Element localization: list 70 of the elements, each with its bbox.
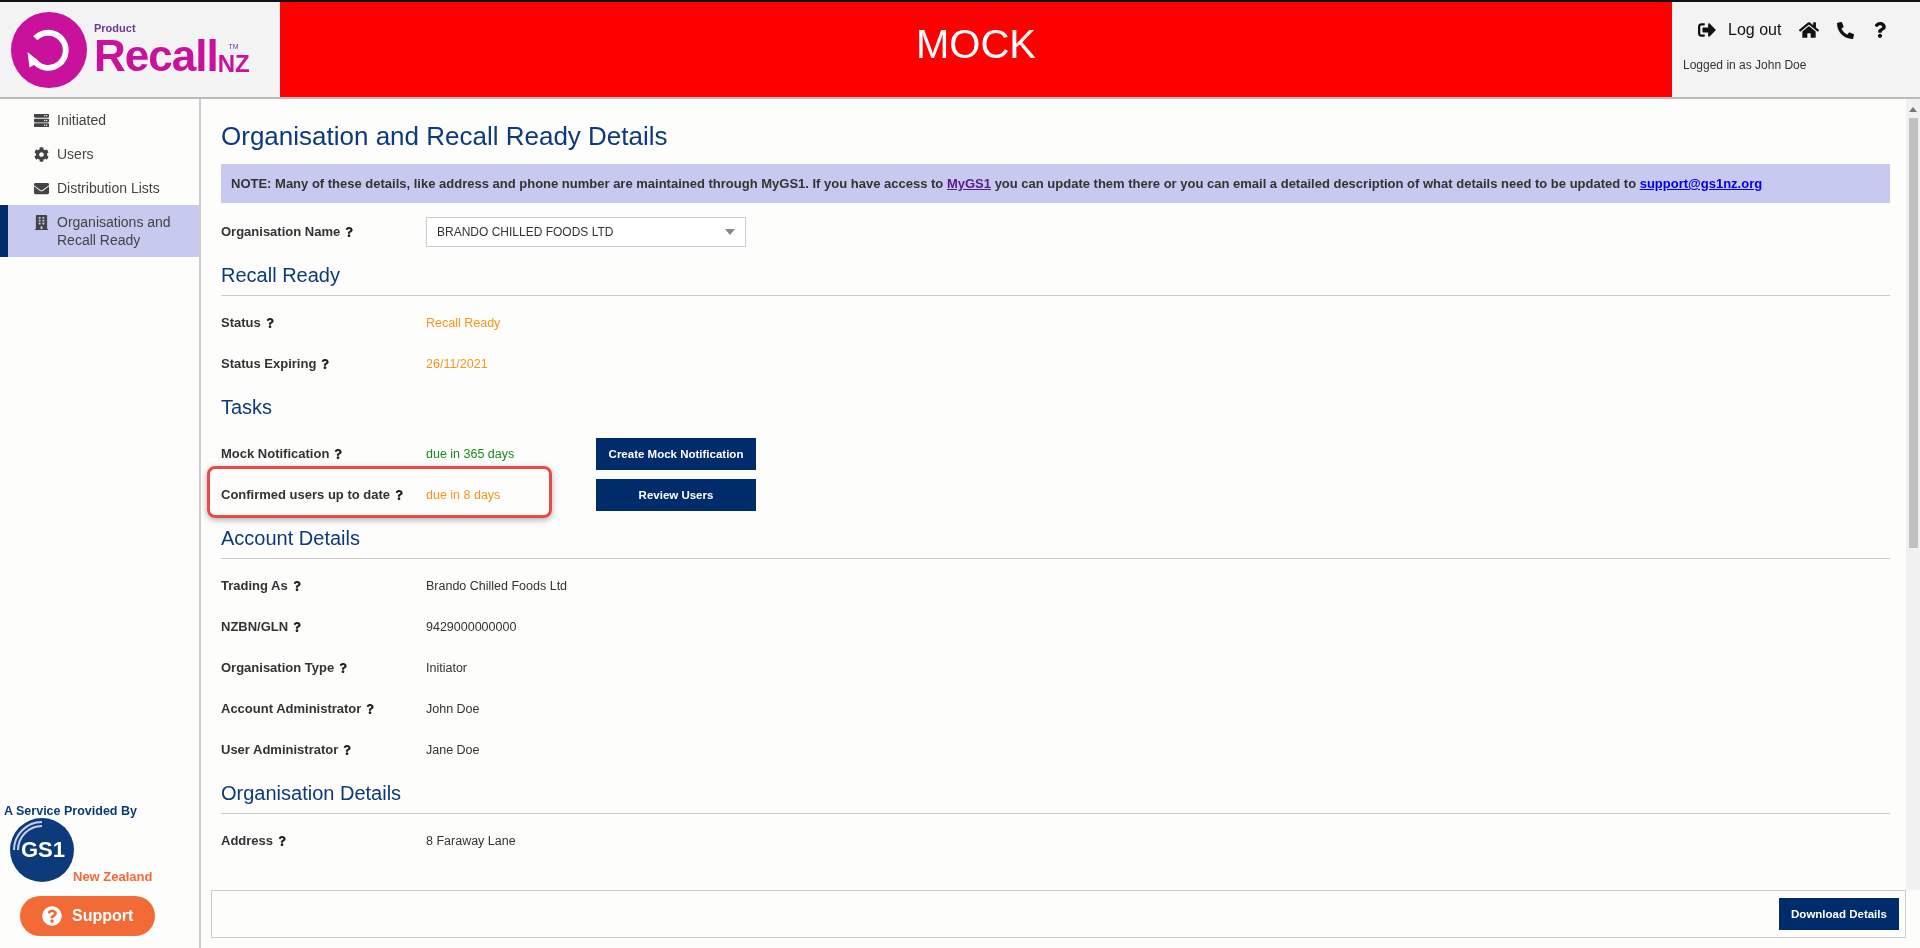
section-title: Recall Ready: [221, 264, 1890, 296]
field-value: due in 365 days: [426, 446, 516, 461]
help-icon[interactable]: [394, 489, 405, 500]
field-label: Address: [221, 833, 426, 848]
recall-logo-icon: [10, 10, 88, 89]
help-icon[interactable]: [333, 448, 344, 459]
field-label: Confirmed users up to date: [221, 487, 426, 502]
section-title: Account Details: [221, 527, 1890, 559]
logout-link[interactable]: Log out: [1728, 21, 1782, 39]
help-icon[interactable]: [291, 580, 302, 591]
download-button[interactable]: Download Details: [1779, 898, 1899, 930]
phone-icon[interactable]: [1837, 21, 1855, 39]
field-label: Account Administrator: [221, 701, 426, 716]
logout-icon[interactable]: [1698, 21, 1716, 39]
sidebar-item[interactable]: Initiated: [0, 103, 199, 137]
scrollbar[interactable]: [1906, 99, 1920, 890]
logo-tagline: Product: [94, 21, 137, 34]
field-value: 26/11/2021: [426, 356, 489, 371]
gs1-circle-icon: [10, 818, 74, 882]
section-title: Tasks: [221, 396, 274, 420]
field-value: Jane Doe: [426, 742, 481, 757]
gs1-mark: GS1: [21, 837, 66, 863]
help-icon[interactable]: [338, 662, 349, 673]
section-title: Organisation Details: [221, 782, 1890, 814]
email-link[interactable]: support@gs1nz.org: [1639, 176, 1763, 191]
gs1-logo: GS1 New Zealand: [10, 818, 160, 882]
page-title: Organisation and Recall Ready Details: [221, 121, 669, 152]
logo-suffix: NZ: [217, 49, 250, 78]
help-icon[interactable]: [342, 744, 353, 755]
help-icon[interactable]: [1872, 22, 1889, 38]
gear-icon: [34, 147, 49, 162]
sidebar-item[interactable]: Organisations and Recall Ready: [0, 205, 199, 257]
field-value: 8 Faraway Lane: [426, 833, 517, 848]
logo-wordmark: Recall: [94, 33, 218, 78]
field-value: Brando Chilled Foods Ltd: [426, 578, 569, 593]
help-icon[interactable]: [365, 703, 376, 714]
logged-in-text: Logged in as John Doe: [1683, 58, 1808, 72]
field-value: due in 8 days: [426, 487, 502, 502]
field-label: Mock Notification: [221, 446, 426, 461]
sidebar-item[interactable]: Users: [0, 137, 199, 171]
field-label: Status: [221, 315, 426, 330]
help-icon[interactable]: [320, 358, 331, 369]
help-icon[interactable]: [292, 621, 303, 632]
field-label: Trading As: [221, 578, 426, 593]
home-icon[interactable]: [1799, 20, 1820, 40]
help-icon[interactable]: [344, 226, 355, 237]
mygs1-link[interactable]: MyGS1: [946, 176, 991, 191]
server-icon: [34, 113, 49, 128]
building-icon: [34, 215, 49, 230]
field-value: Initiator: [426, 660, 468, 675]
field-label: NZBN/GLN: [221, 619, 426, 634]
task-button[interactable]: Create Mock Notification: [596, 437, 756, 470]
field-label: Organisation Type: [221, 660, 426, 675]
field-label: Status Expiring: [221, 356, 426, 371]
field-value: John Doe: [426, 701, 481, 716]
organisation-select[interactable]: BRANDO CHILLED FOODS LTD: [426, 216, 746, 247]
scroll-up-icon[interactable]: [1909, 107, 1917, 112]
field-value: Recall Ready: [426, 315, 502, 330]
envelope-icon: [34, 181, 49, 196]
field-value: 9429000000000: [426, 619, 518, 634]
note-text: NOTE: Many of these details, like address and phone number are maintained through MyGS1. If you have access to MyGS1 you can update them there or you can email a detailed description of what details need to be updated to support@gs1nz.org: [221, 164, 1890, 203]
caret-icon: [725, 228, 735, 235]
help-icon[interactable]: [264, 317, 275, 328]
provider-text: A Service Provided By: [4, 804, 138, 818]
mock-banner-title: MOCK: [916, 22, 1036, 68]
sidebar-item[interactable]: Distribution Lists: [0, 171, 199, 205]
field-label: User Administrator: [221, 742, 426, 757]
task-button[interactable]: Review Users: [596, 478, 756, 511]
help-icon[interactable]: [277, 835, 288, 846]
field-label: Organisation Name: [221, 224, 426, 239]
